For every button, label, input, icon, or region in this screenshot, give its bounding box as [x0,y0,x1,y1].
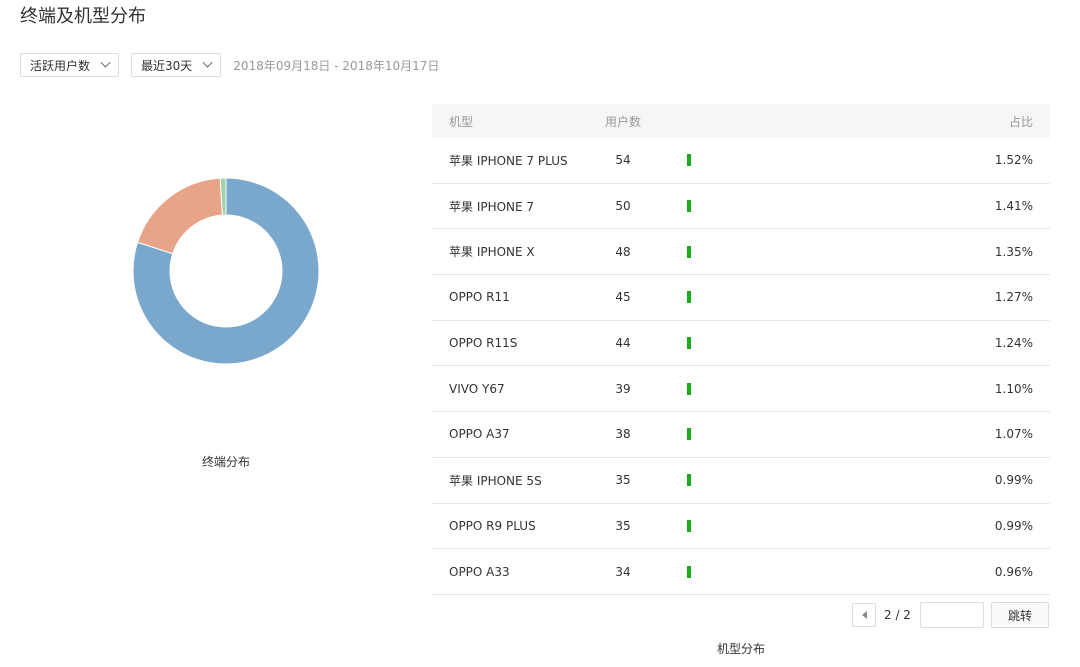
cell-share: 1.52% [994,153,1033,168]
table-row: 苹果 IPHONE 7 PLUS 54 1.52% [432,138,1050,184]
cell-share: 1.07% [994,427,1033,442]
filter-bar: 活跃用户数 最近30天 2018年09月18日 - 2018年10月17日 [20,52,439,78]
cell-model: 苹果 IPHONE 7 [449,199,535,214]
cell-users: 45 [615,290,631,305]
share-bar [687,565,691,578]
cell-model: 苹果 IPHONE 7 PLUS [449,153,568,168]
cell-users: 38 [615,427,631,442]
table-header: 机型 用户数 占比 [432,104,1050,138]
donut-svg [132,177,320,365]
cell-share: 1.24% [994,336,1033,351]
cell-share: 0.96% [994,564,1033,579]
cell-users: 39 [615,381,631,396]
range-select-label: 最近30天 [141,58,193,73]
jump-button[interactable]: 跳转 [990,602,1049,628]
cell-share: 1.41% [994,199,1033,214]
table-row: OPPO R11S 44 1.24% [432,321,1050,367]
share-bar [687,337,691,350]
table-row: VIVO Y67 39 1.10% [432,366,1050,413]
share-bar [687,291,691,304]
header-model: 机型 [449,114,474,129]
date-range-text: 2018年09月18日 - 2018年10月17日 [233,58,440,73]
table-row: 苹果 IPHONE 7 50 1.41% [432,184,1050,230]
cell-share: 0.99% [994,473,1033,488]
cell-share: 1.35% [994,244,1033,259]
share-bar [687,154,691,167]
cell-users: 34 [615,564,631,579]
cell-model: OPPO R9 PLUS [449,518,536,533]
table-row: OPPO R11 45 1.27% [432,275,1050,321]
table-body: 苹果 IPHONE 7 PLUS 54 1.52% 苹果 IPHONE 7 50… [432,138,1050,595]
table-row: OPPO R9 PLUS 35 0.99% [432,504,1050,550]
caret-left-icon [861,611,867,619]
donut-slice[interactable] [136,177,224,255]
header-share: 占比 [1008,114,1033,129]
cell-share: 1.27% [994,290,1033,305]
cell-users: 50 [615,199,631,214]
cell-model: OPPO A37 [449,427,510,442]
table-row: 苹果 IPHONE X 48 1.35% [432,229,1050,276]
share-bar [687,428,691,441]
page-title: 终端及机型分布 [20,6,146,27]
share-bar [687,519,691,532]
share-bar [687,474,691,487]
device-donut-chart [132,177,320,365]
header-bar [658,115,930,127]
share-bar [687,200,691,213]
page-jump-input[interactable] [919,602,984,628]
table-row: OPPO A37 38 1.07% [432,412,1050,458]
chevron-down-icon [202,57,213,68]
cell-model: OPPO R11 [449,290,510,305]
table-row: OPPO A33 34 0.96% [432,549,1050,595]
header-users: 用户数 [604,114,641,129]
model-table: 机型 用户数 占比 苹果 IPHONE 7 PLUS 54 1.52% 苹果 I… [432,104,1050,595]
share-bar [687,245,691,258]
range-select[interactable]: 最近30天 [131,53,222,77]
pagination: 2 / 2 跳转 [852,602,1049,628]
cell-model: OPPO A33 [449,564,510,579]
cell-model: 苹果 IPHONE X [449,245,535,260]
cell-model: 苹果 IPHONE 5S [449,473,542,488]
cell-users: 35 [615,518,631,533]
cell-users: 48 [615,244,631,259]
cell-users: 35 [615,473,631,488]
cell-model: VIVO Y67 [449,381,505,396]
table-caption: 机型分布 [716,642,765,656]
cell-users: 44 [615,336,631,351]
cell-users: 54 [615,153,631,168]
share-bar [687,382,691,395]
table-row: 苹果 IPHONE 5S 35 0.99% [432,458,1050,504]
page-indicator: 2 / 2 [884,608,911,622]
metric-select[interactable]: 活跃用户数 [20,53,120,77]
prev-page-button[interactable] [852,603,876,627]
chevron-down-icon [100,57,111,68]
cell-share: 1.10% [994,381,1033,396]
donut-caption: 终端分布 [201,455,250,469]
cell-share: 0.99% [994,518,1033,533]
metric-select-label: 活跃用户数 [30,58,91,73]
cell-model: OPPO R11S [449,336,518,351]
